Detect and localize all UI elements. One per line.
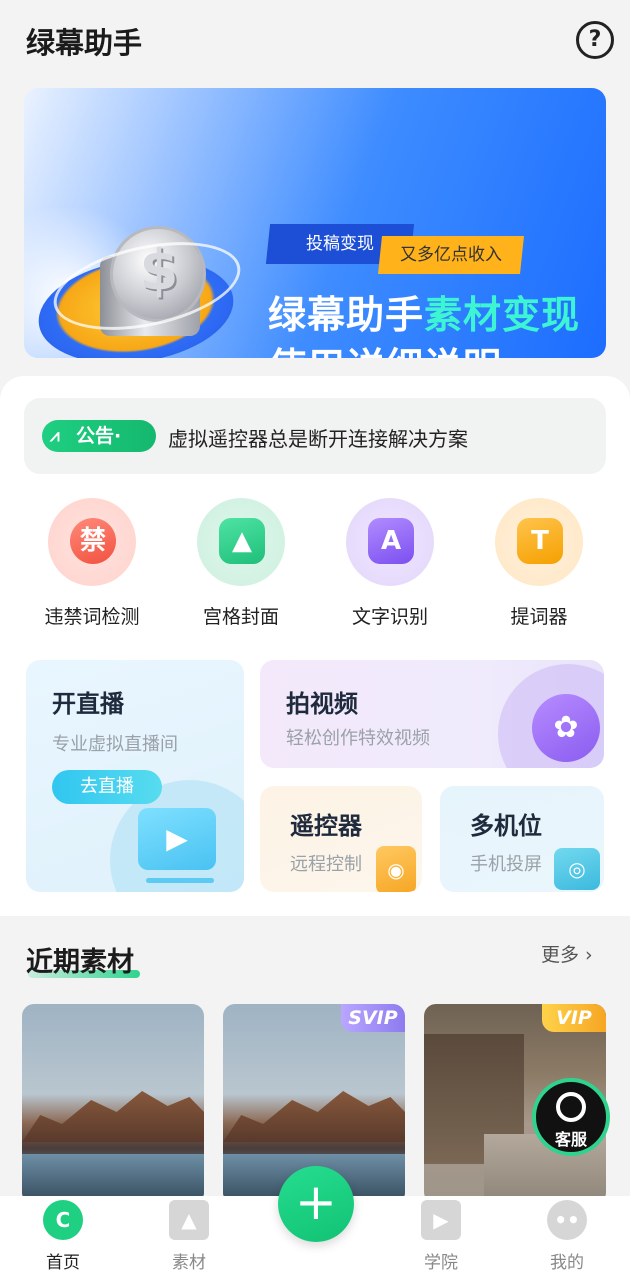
nav-label: 学院: [424, 1253, 458, 1273]
tool-label: 提词器: [510, 606, 568, 628]
tool-text-recognition[interactable]: A 文字识别: [315, 498, 465, 628]
notice-text: 虚拟遥控器总是断开连接解决方案: [168, 427, 468, 451]
notice-badge: ⩘ 公告·: [42, 420, 156, 452]
banner-subheadline: 使用详细说明: [268, 336, 502, 358]
tool-label: 违禁词检测: [44, 606, 140, 628]
feature-live-card[interactable]: 开直播 专业虚拟直播间 去直播 ▶: [26, 660, 244, 892]
feature-subtitle: 专业虚拟直播间: [52, 734, 178, 755]
fab-ghost-text: 素: [266, 1220, 283, 1239]
grid-cover-icon: ▲: [197, 498, 285, 586]
play-icon: ▶: [421, 1200, 461, 1240]
film-reel-icon: ✿: [532, 694, 600, 762]
remote-control-icon: ◉: [376, 846, 416, 892]
feature-subtitle: 手机投屏: [470, 854, 542, 875]
tool-grid-cover[interactable]: ▲ 宫格封面: [166, 498, 316, 628]
nav-item-profile[interactable]: •• 我的: [521, 1200, 611, 1276]
pulse-icon: ⩘: [50, 426, 60, 446]
header-bar: 绿幕助手 ?: [0, 0, 630, 84]
nav-item-home[interactable]: C 首页: [17, 1200, 107, 1276]
nav-item-academy[interactable]: ▶ 学院: [395, 1200, 485, 1276]
promo-banner[interactable]: $ 投稿变现 又多亿点收入 绿幕助手素材变现 使用详细说明: [24, 88, 606, 358]
material-thumbnail[interactable]: [22, 1004, 204, 1204]
feature-title: 拍视频: [286, 690, 358, 718]
screen-cast-icon: ◎: [554, 848, 600, 890]
headset-icon: [556, 1092, 586, 1122]
tool-teleprompter[interactable]: T 提词器: [464, 498, 614, 628]
teleprompter-icon: T: [495, 498, 583, 586]
go-live-button[interactable]: 去直播: [52, 770, 162, 804]
feature-subtitle: 远程控制: [290, 854, 362, 875]
live-play-icon: ▶: [138, 808, 216, 870]
profile-icon: ••: [547, 1200, 587, 1240]
feature-remote-card[interactable]: 遥控器 远程控制 ◉: [260, 786, 422, 892]
tool-label: 文字识别: [351, 606, 428, 628]
text-recognition-icon: A: [346, 498, 434, 586]
app-title: 绿幕助手: [26, 26, 143, 60]
banner-headline: 绿幕助手素材变现: [268, 293, 581, 337]
mountain-scene: [223, 1091, 405, 1142]
notice-bar[interactable]: ⩘ 公告· 虚拟遥控器总是断开连接解决方案: [24, 398, 606, 474]
section-title: 近期素材: [26, 947, 134, 978]
more-link[interactable]: 更多 ›: [541, 940, 593, 967]
feature-title: 遥控器: [290, 812, 362, 840]
tool-label: 宫格封面: [202, 606, 279, 628]
feature-title: 开直播: [52, 690, 124, 718]
nav-item-materials[interactable]: ▲ 素材: [143, 1200, 233, 1276]
svip-badge: SVIP: [341, 1004, 405, 1032]
customer-service-label: 客服: [554, 1130, 587, 1149]
forbidden-words-icon: 禁: [48, 498, 136, 586]
question-circle-icon[interactable]: ?: [576, 21, 614, 59]
vip-badge: VIP: [542, 1004, 606, 1032]
banner-headline-highlight: 素材变现: [424, 293, 581, 337]
feature-subtitle: 轻松创作特效视频: [286, 728, 430, 749]
nav-label: 我的: [550, 1253, 584, 1273]
nav-label: 素材: [172, 1253, 206, 1273]
customer-service-button[interactable]: 客服: [532, 1078, 610, 1156]
feature-video-card[interactable]: 拍视频 轻松创作特效视频 ✿: [260, 660, 604, 768]
live-progress-icon: [146, 878, 214, 883]
feature-title: 多机位: [470, 812, 542, 840]
mountain-scene: [22, 1091, 204, 1142]
feature-multicam-card[interactable]: 多机位 手机投屏 ◎: [440, 786, 604, 892]
tool-forbidden-words[interactable]: 禁 违禁词检测: [17, 498, 167, 628]
image-icon: ▲: [169, 1200, 209, 1240]
plus-icon[interactable]: +: [278, 1166, 354, 1242]
home-icon: C: [43, 1200, 83, 1240]
banner-tag-income: 又多亿点收入: [378, 236, 524, 274]
nav-label: 首页: [46, 1253, 80, 1273]
